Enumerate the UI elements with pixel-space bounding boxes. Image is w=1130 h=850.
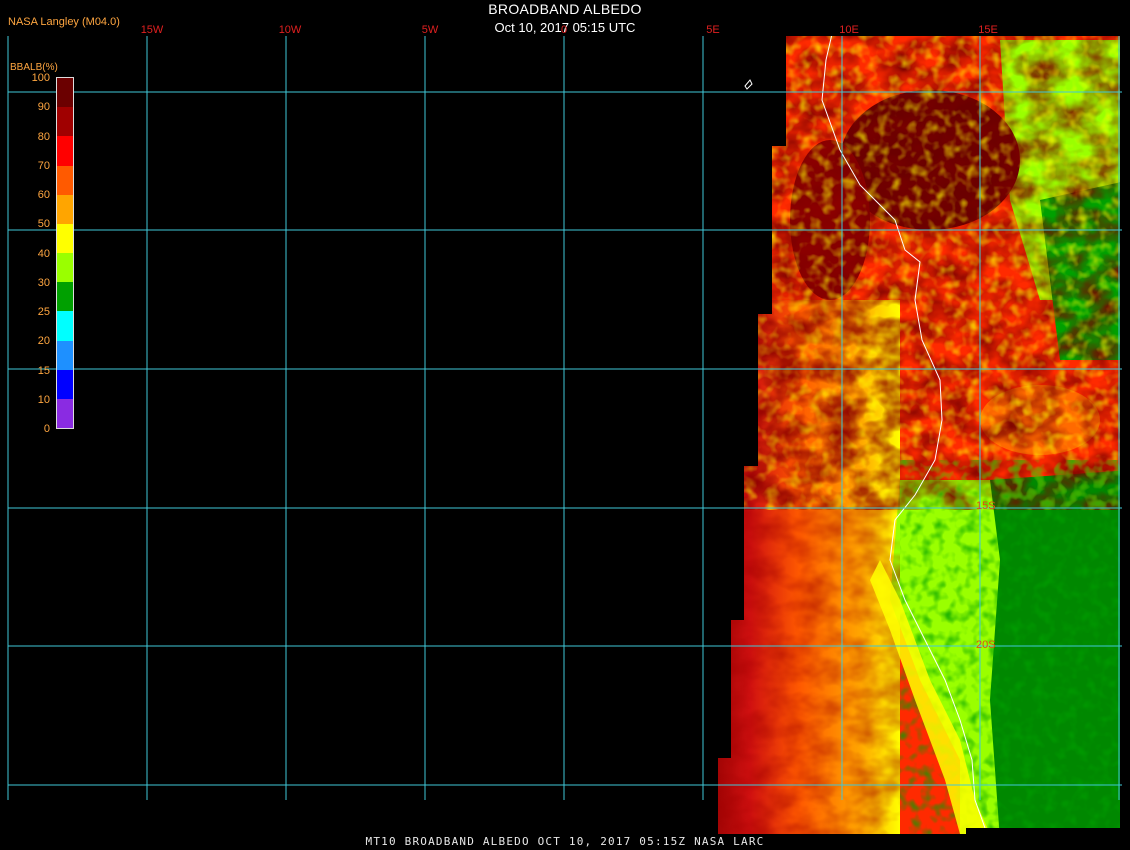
longitude-label: 10W bbox=[278, 24, 302, 36]
colorbar-tick-label: 90 bbox=[37, 101, 50, 114]
colorbar-segment bbox=[57, 369, 73, 399]
colorbar-segment bbox=[57, 282, 73, 312]
colorbar-segment bbox=[57, 107, 73, 137]
albedo-map bbox=[7, 36, 1122, 834]
colorbar-tick-label: 100 bbox=[31, 72, 50, 84]
colorbar-segment bbox=[57, 223, 73, 254]
colorbar-segment bbox=[57, 253, 73, 283]
colorbar-tick-label: 60 bbox=[37, 189, 50, 201]
colorbar-tick-label: 50 bbox=[37, 218, 50, 231]
colorbar-segment bbox=[57, 78, 73, 108]
longitude-label: 0 bbox=[560, 24, 568, 36]
longitude-label: 5E bbox=[706, 24, 720, 36]
latitude-label: 15S bbox=[976, 500, 996, 512]
longitude-label: 15E bbox=[978, 24, 998, 36]
colorbar-tick-label: 10 bbox=[37, 393, 50, 406]
map-title: BROADBAND ALBEDO bbox=[488, 1, 642, 17]
colorbar-segment bbox=[57, 194, 73, 224]
colorbar-segment bbox=[57, 398, 73, 429]
colorbar-tick-label: 70 bbox=[37, 159, 50, 172]
colorbar-tick-label: 25 bbox=[37, 306, 50, 318]
colorbar-segment bbox=[57, 165, 73, 195]
colorbar-tick-label: 15 bbox=[37, 364, 50, 377]
colorbar-tick-label: 80 bbox=[37, 130, 50, 143]
colorbar-segment bbox=[57, 136, 73, 166]
longitude-label: 5W bbox=[421, 24, 439, 36]
colorbar-tick-label: 20 bbox=[37, 335, 50, 348]
footer-caption: MT10 BROADBAND ALBEDO OCT 10, 2017 05:15… bbox=[365, 835, 765, 848]
longitude-label: 10E bbox=[839, 24, 859, 36]
colorbar-tick-label: 0 bbox=[43, 423, 50, 435]
colorbar-segment bbox=[57, 340, 73, 370]
longitude-label: 15W bbox=[140, 24, 164, 36]
colorbar bbox=[56, 77, 74, 429]
latitude-label: 20S bbox=[976, 639, 996, 651]
island-outline bbox=[744, 79, 753, 90]
colorbar-tick-label: 40 bbox=[37, 247, 50, 260]
albedo-imagery bbox=[718, 36, 1120, 834]
colorbar-segment bbox=[57, 311, 73, 341]
colorbar-tick-label: 30 bbox=[37, 276, 50, 289]
